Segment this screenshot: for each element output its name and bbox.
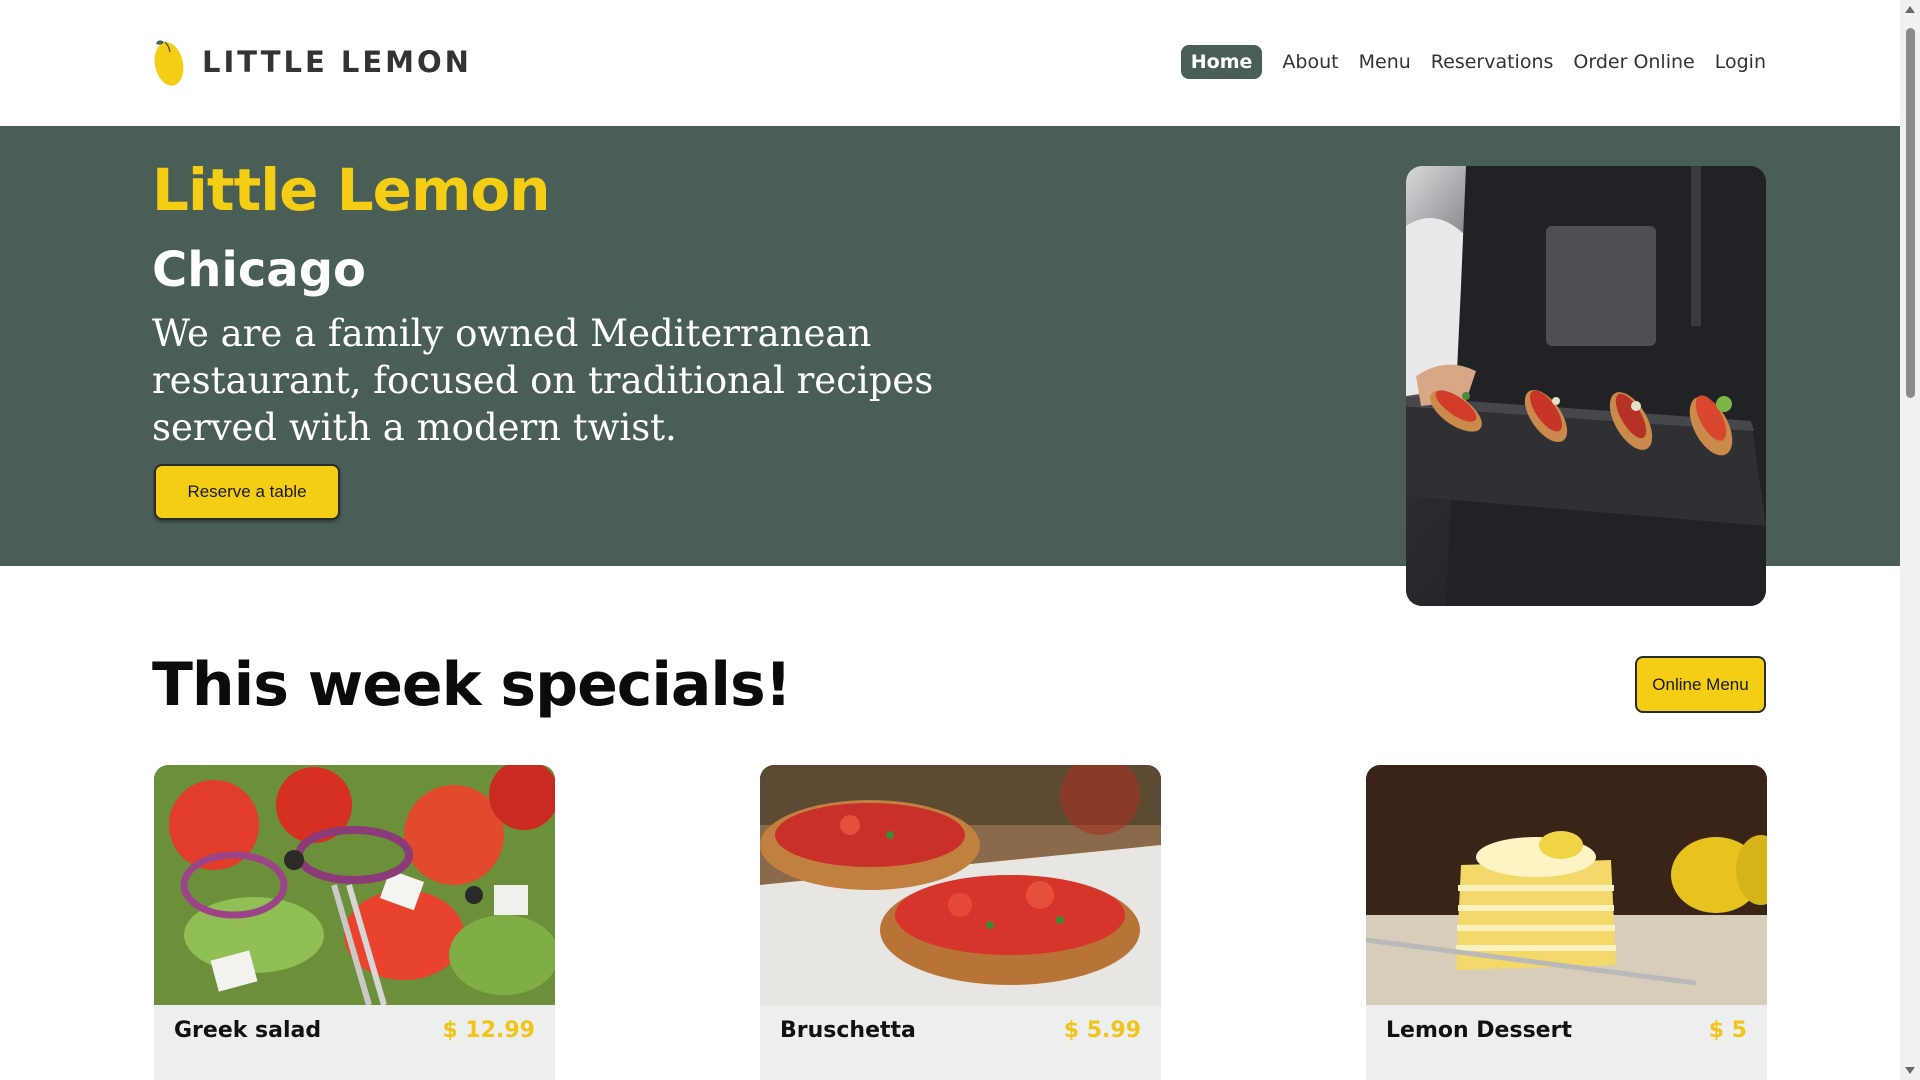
lemon-logo-icon (154, 40, 184, 86)
online-menu-button[interactable]: Online Menu (1635, 656, 1766, 713)
hero-subtitle: Chicago (152, 242, 367, 298)
hero-description: We are a family owned Mediterranean rest… (152, 312, 934, 449)
page-scrollbar[interactable] (1900, 0, 1920, 1080)
hero-image (1406, 166, 1766, 606)
reserve-table-button[interactable]: Reserve a table (154, 464, 340, 520)
bruschetta-image (760, 765, 1161, 1005)
nav-home[interactable]: Home (1180, 45, 1263, 79)
card-price: $ 5 (1708, 1018, 1747, 1043)
card-title: Bruschetta (780, 1018, 916, 1043)
logo-text: LITTLE LEMON (202, 45, 472, 79)
scroll-up-arrow-icon[interactable] (1905, 6, 1915, 13)
hero-title: Little Lemon (152, 156, 551, 224)
logo[interactable]: LITTLE LEMON (152, 36, 472, 88)
card-title: Lemon Dessert (1386, 1018, 1572, 1043)
card-price: $ 12.99 (442, 1018, 535, 1043)
greek-salad-image (154, 765, 555, 1005)
main-nav: Home About Menu Reservations Order Onlin… (1180, 45, 1766, 79)
scroll-down-arrow-icon[interactable] (1905, 1067, 1915, 1074)
specials-title: This week specials! (152, 650, 792, 720)
scroll-thumb[interactable] (1906, 28, 1915, 398)
special-card-lemon-dessert[interactable]: Lemon Dessert $ 5 (1366, 765, 1767, 1080)
nav-reservations[interactable]: Reservations (1431, 46, 1554, 78)
nav-about[interactable]: About (1282, 46, 1338, 78)
nav-menu[interactable]: Menu (1359, 46, 1411, 78)
chef-serving-image (1406, 166, 1766, 606)
lemon-dessert-image (1366, 765, 1767, 1005)
site-header: LITTLE LEMON Home About Menu Reservation… (0, 0, 1900, 126)
nav-order-online[interactable]: Order Online (1573, 46, 1694, 78)
special-card-bruschetta[interactable]: Bruschetta $ 5.99 (760, 765, 1161, 1080)
card-title: Greek salad (174, 1018, 322, 1043)
special-card-greek-salad[interactable]: Greek salad $ 12.99 (154, 765, 555, 1080)
card-price: $ 5.99 (1063, 1018, 1141, 1043)
hero-section: Little Lemon Chicago We are a family own… (0, 126, 1900, 606)
nav-login[interactable]: Login (1715, 46, 1766, 78)
